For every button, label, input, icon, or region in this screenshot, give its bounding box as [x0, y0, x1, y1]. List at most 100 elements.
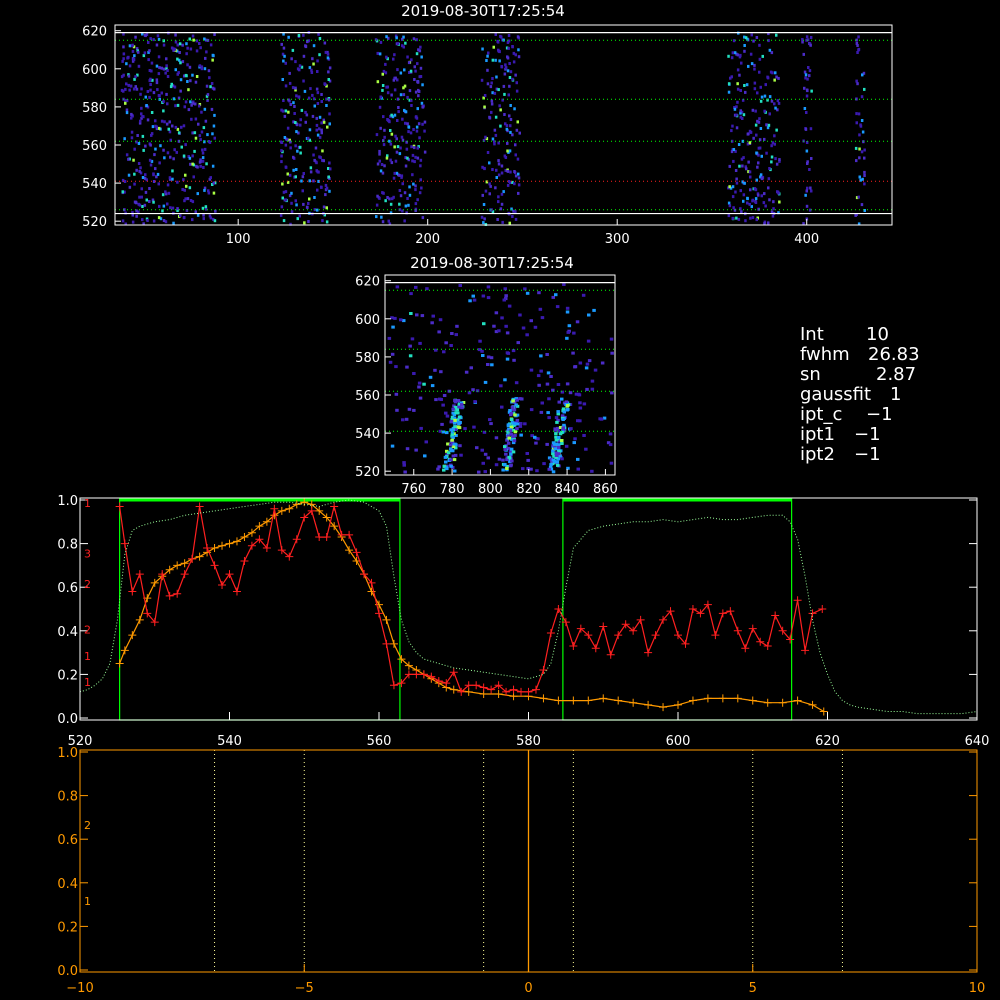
heat-pixel [773, 102, 776, 106]
heat-pixel [161, 193, 165, 197]
heat-pixel [413, 65, 416, 69]
heat-pixel [149, 37, 152, 41]
heat-pixel [194, 117, 198, 121]
heat-pixel [506, 69, 510, 73]
y-tick-label: 1.0 [57, 746, 78, 761]
heat-pixel [743, 44, 746, 47]
heat-pixel [774, 71, 777, 75]
heat-pixel [280, 160, 283, 164]
heat-pixel [281, 196, 284, 200]
heat-pixel [284, 198, 288, 202]
heat-pixel [415, 313, 419, 317]
heat-pixel [756, 165, 759, 169]
streak-pixel [456, 399, 461, 402]
heat-pixel [406, 156, 409, 160]
heat-pixel [860, 119, 864, 122]
heat-pixel [515, 81, 518, 85]
streak-pixel [549, 463, 553, 467]
y-tick-label: 560 [82, 139, 107, 154]
heat-pixel [150, 61, 154, 65]
heat-pixel [471, 294, 475, 298]
series-marker-orange [733, 694, 742, 703]
heat-pixel [749, 188, 752, 192]
heat-pixel [509, 118, 513, 121]
heat-pixel [201, 151, 205, 155]
heat-pixel [417, 94, 420, 98]
heat-pixel [213, 136, 216, 140]
series-marker-red [733, 626, 742, 635]
heat-pixel [738, 73, 741, 77]
series-marker-red [389, 681, 398, 690]
heat-pixel [122, 45, 125, 49]
series-marker-red [487, 685, 496, 694]
heat-pixel [171, 177, 174, 181]
y-tick-label: 0.0 [57, 712, 78, 727]
heat-pixel [311, 57, 314, 61]
streak-pixel [450, 432, 455, 436]
heat-pixel [500, 202, 504, 206]
series-marker-red [472, 681, 481, 690]
heat-pixel [496, 39, 499, 43]
heat-pixel [136, 134, 139, 137]
series-marker-red [651, 631, 660, 640]
heat-pixel [592, 308, 596, 312]
heat-pixel [157, 182, 160, 186]
heat-pixel [493, 128, 497, 132]
heat-pixel [149, 83, 152, 86]
streak-pixel [503, 463, 507, 467]
heat-pixel [401, 182, 404, 186]
heat-pixel [768, 112, 771, 116]
heat-pixel [450, 332, 454, 335]
streak-pixel [555, 420, 559, 424]
heat-pixel [763, 192, 766, 196]
heat-pixel [144, 190, 148, 194]
heat-pixel [416, 146, 419, 150]
heat-pixel [209, 216, 213, 220]
heat-pixel [545, 442, 549, 446]
heat-pixel [295, 94, 298, 98]
heat-pixel [143, 51, 147, 55]
heat-pixel [472, 425, 476, 429]
heat-pixel [508, 114, 511, 118]
heat-pixel [162, 100, 165, 104]
heat-pixel [144, 173, 147, 177]
heat-pixel [193, 131, 197, 135]
heat-pixel [186, 80, 189, 83]
x-tick-label: 580 [516, 734, 541, 749]
heat-pixel [179, 214, 182, 217]
heat-pixel [142, 54, 146, 58]
heat-pixel [313, 158, 316, 162]
heat-pixel [752, 136, 755, 140]
heat-pixel [863, 87, 866, 91]
heat-pixel [327, 70, 330, 74]
heat-pixel [547, 397, 551, 401]
heat-pixel [590, 379, 595, 383]
heat-pixel [290, 191, 293, 195]
heat-pixel [493, 91, 497, 95]
heat-pixel [735, 126, 739, 130]
y-tick-label: 0.6 [57, 581, 78, 596]
heat-pixel [743, 84, 746, 87]
heat-pixel [155, 81, 159, 85]
series-marker-red [569, 642, 578, 651]
heat-pixel [169, 206, 172, 210]
heat-pixel [490, 102, 494, 106]
streak-pixel [509, 463, 513, 467]
heat-pixel [299, 123, 302, 127]
heat-pixel [517, 55, 521, 59]
heat-pixel [284, 143, 288, 147]
heat-pixel [572, 441, 576, 445]
spectrum-series [79, 497, 978, 721]
heat-pixel [762, 201, 766, 205]
heat-pixel [521, 467, 525, 471]
heat-pixel [407, 61, 411, 65]
window-box [119, 498, 401, 721]
heat-pixel [858, 175, 861, 179]
heat-pixel [320, 128, 323, 132]
heat-pixel [303, 221, 306, 225]
zoom-spectrogram-title: 2019-08-30T17:25:54 [410, 254, 574, 272]
heat-pixel [728, 164, 731, 168]
heat-pixel [858, 156, 861, 160]
heat-pixel [395, 137, 398, 141]
heat-pixel [486, 363, 490, 366]
